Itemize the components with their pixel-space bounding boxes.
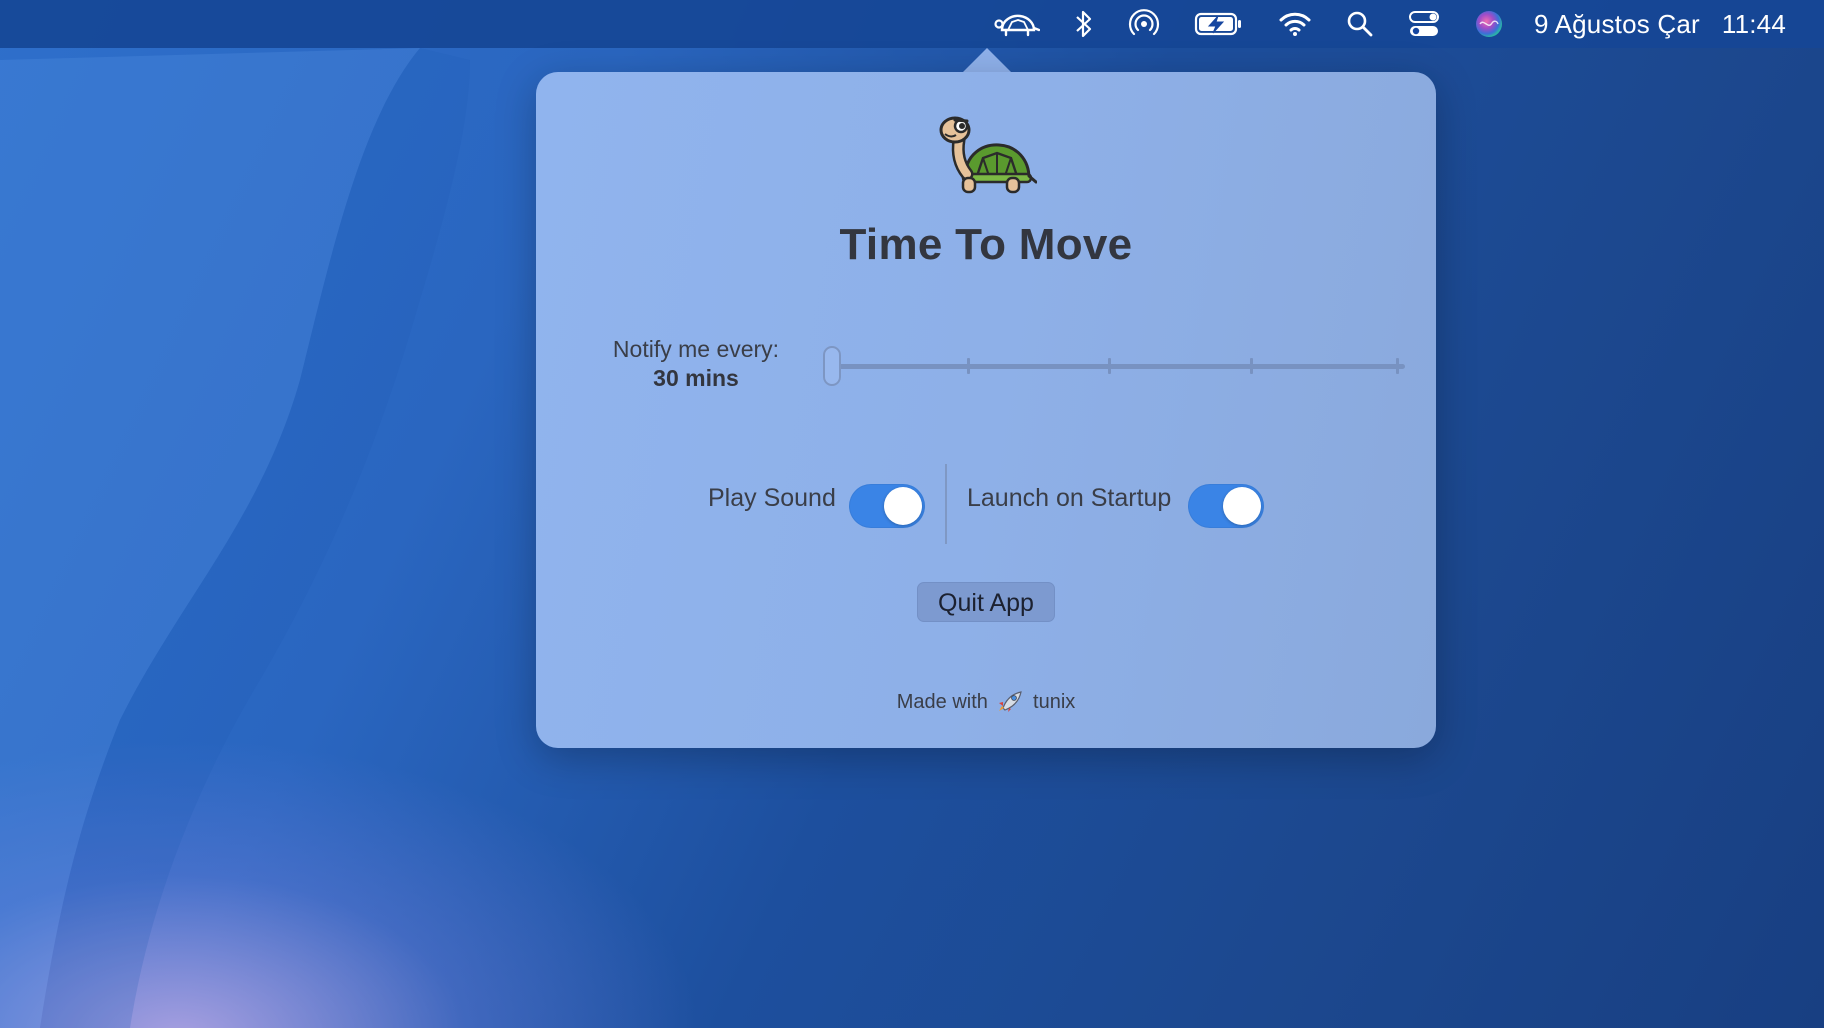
turtle-icon[interactable] [994,0,1040,48]
slider-thumb[interactable] [823,346,841,386]
quit-app-button[interactable]: Quit App [917,582,1055,622]
control-center-icon[interactable] [1408,0,1440,48]
menubar-time[interactable]: 11:44 [1722,9,1786,40]
popover-arrow [963,48,1011,72]
slider-track[interactable] [831,364,1405,369]
footer-credit: Made with tunix [536,690,1436,714]
menubar-date[interactable]: 9 Ağustos Çar [1534,9,1700,40]
app-title: Time To Move [839,220,1133,269]
launch-on-startup-label: Launch on Startup [967,484,1172,512]
interval-slider[interactable] [823,340,1423,390]
toggle-divider [945,464,947,544]
search-icon[interactable] [1346,0,1374,48]
app-popover: Time To Move Notify me every: 30 mins Pl… [536,72,1436,748]
siri-icon[interactable] [1474,0,1504,48]
airdrop-icon[interactable] [1128,0,1160,48]
slider-tick [1250,358,1253,374]
footer-prefix: Made with [896,691,988,713]
play-sound-toggle[interactable] [849,484,925,528]
battery-charging-icon[interactable] [1194,0,1244,48]
menu-bar: 9 Ağustos Çar 11:44 [0,0,1824,48]
turtle-logo-icon [939,116,1037,194]
slider-tick [967,358,970,374]
notify-value: 30 mins [653,365,739,391]
slider-tick [1396,358,1399,374]
bluetooth-icon[interactable] [1074,0,1094,48]
toggle-knob [884,487,922,525]
wifi-icon[interactable] [1278,0,1312,48]
notify-label: Notify me every: [612,336,780,362]
footer-suffix: tunix [1033,691,1076,713]
rocket-icon [999,691,1023,712]
toggle-row: Play Sound Launch on Startup [536,464,1436,548]
launch-on-startup-toggle[interactable] [1188,484,1264,528]
slider-tick [1108,358,1111,374]
play-sound-label: Play Sound [708,484,836,512]
toggle-knob [1223,487,1261,525]
